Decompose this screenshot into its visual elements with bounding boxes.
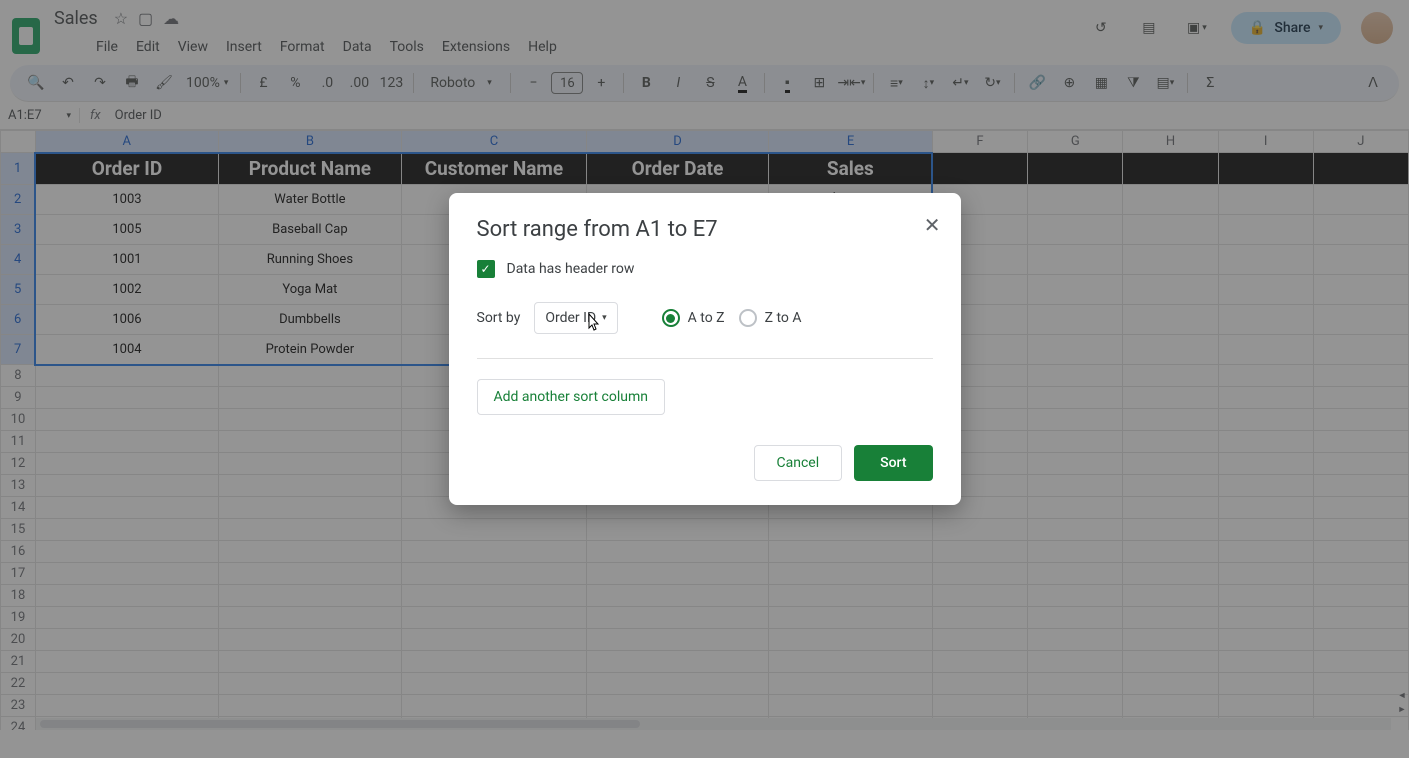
cancel-button[interactable]: Cancel	[754, 445, 843, 481]
chevron-down-icon: ▾	[602, 313, 607, 323]
modal-overlay: Sort range from A1 to E7 ✕ ✓ Data has he…	[0, 0, 1409, 758]
sort-column-select[interactable]: Order ID▾	[534, 302, 617, 334]
sort-atoz-radio[interactable]: A to Z	[662, 309, 725, 327]
sort-range-dialog: Sort range from A1 to E7 ✕ ✓ Data has he…	[449, 193, 961, 505]
sort-button[interactable]: Sort	[854, 445, 932, 481]
sort-by-label: Sort by	[477, 310, 521, 326]
header-row-label: Data has header row	[507, 261, 635, 277]
close-icon[interactable]: ✕	[924, 213, 941, 237]
add-sort-column-button[interactable]: Add another sort column	[477, 379, 665, 415]
sort-ztoa-radio[interactable]: Z to A	[739, 309, 802, 327]
dialog-title: Sort range from A1 to E7	[477, 217, 933, 242]
header-row-checkbox[interactable]: ✓	[477, 260, 495, 278]
